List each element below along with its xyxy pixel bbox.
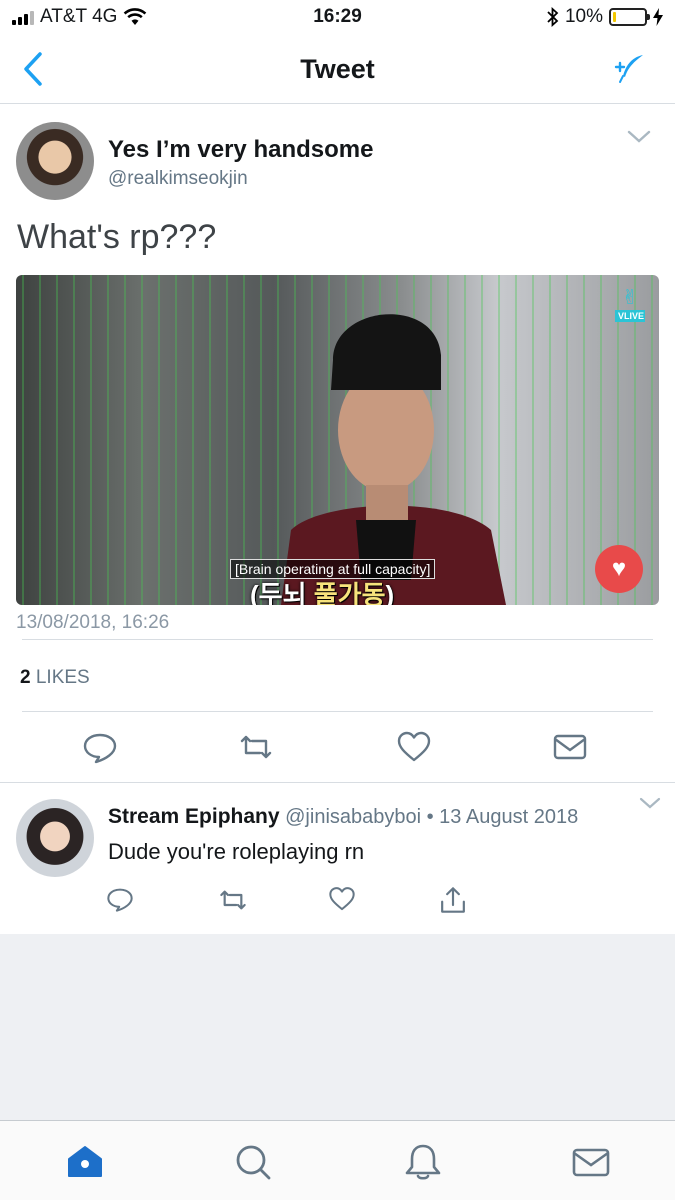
author-display-name[interactable]: Yes I’m very handsome: [108, 136, 373, 164]
battery-icon: [609, 8, 650, 26]
author-handle[interactable]: @realkimseokjin: [108, 168, 248, 190]
avatar[interactable]: [16, 122, 94, 200]
page-title: Tweet: [300, 54, 375, 84]
tab-bar: [0, 1120, 675, 1200]
share-icon[interactable]: [438, 885, 468, 915]
likes-count[interactable]: 2 LIKES: [20, 667, 90, 689]
battery-percent: 10%: [564, 6, 603, 27]
reply-author-name[interactable]: Stream Epiphany: [108, 805, 280, 828]
search-icon[interactable]: [232, 1141, 274, 1183]
reply-header: Stream Epiphany @jinisababyboi • 13 Augu…: [108, 805, 578, 829]
chevron-down-icon[interactable]: [627, 128, 651, 146]
avatar[interactable]: [16, 799, 94, 877]
reply-text: Dude you're roleplaying rn: [108, 839, 365, 864]
divider: [22, 639, 653, 640]
korean-caption: (두뇌 풀가동): [250, 580, 395, 605]
notifications-icon[interactable]: [402, 1141, 444, 1183]
bluetooth-icon: [547, 7, 559, 27]
message-icon[interactable]: [552, 729, 588, 765]
tweet-actions: [0, 729, 675, 779]
chevron-down-icon[interactable]: [639, 795, 661, 811]
tweet-media-image[interactable]: ✌ VLIVE [Brain operating at full capacit…: [16, 275, 659, 605]
like-icon[interactable]: [328, 885, 356, 913]
retweet-icon[interactable]: [238, 729, 274, 765]
divider: [22, 711, 653, 712]
victory-hand-icon: ✌: [621, 287, 639, 309]
home-icon[interactable]: [64, 1141, 106, 1183]
tweet-text: What's rp???: [17, 218, 217, 256]
like-icon[interactable]: [396, 729, 432, 765]
compose-feather-icon[interactable]: [613, 52, 647, 86]
reply-icon[interactable]: [82, 729, 118, 765]
retweet-icon[interactable]: [218, 885, 248, 915]
status-bar: AT&T 4G 16:29 10%: [0, 0, 675, 34]
nav-bar: Tweet: [0, 34, 675, 104]
empty-background: [0, 934, 675, 1120]
tweet-timestamp: 13/08/2018, 16:26: [16, 612, 170, 633]
finger-heart-icon: ♥: [595, 545, 643, 593]
vlive-watermark: ✌ VLIVE: [615, 285, 645, 322]
person-figure: [281, 314, 506, 605]
charging-icon: [653, 8, 663, 26]
reply-date: • 13 August 2018: [421, 806, 579, 828]
reply-author-handle[interactable]: @jinisababyboi: [285, 806, 421, 828]
reply-tweet[interactable]: Stream Epiphany @jinisababyboi • 13 Augu…: [0, 782, 675, 934]
reply-icon[interactable]: [106, 885, 134, 913]
messages-icon[interactable]: [570, 1141, 612, 1183]
reply-actions: [0, 885, 675, 919]
